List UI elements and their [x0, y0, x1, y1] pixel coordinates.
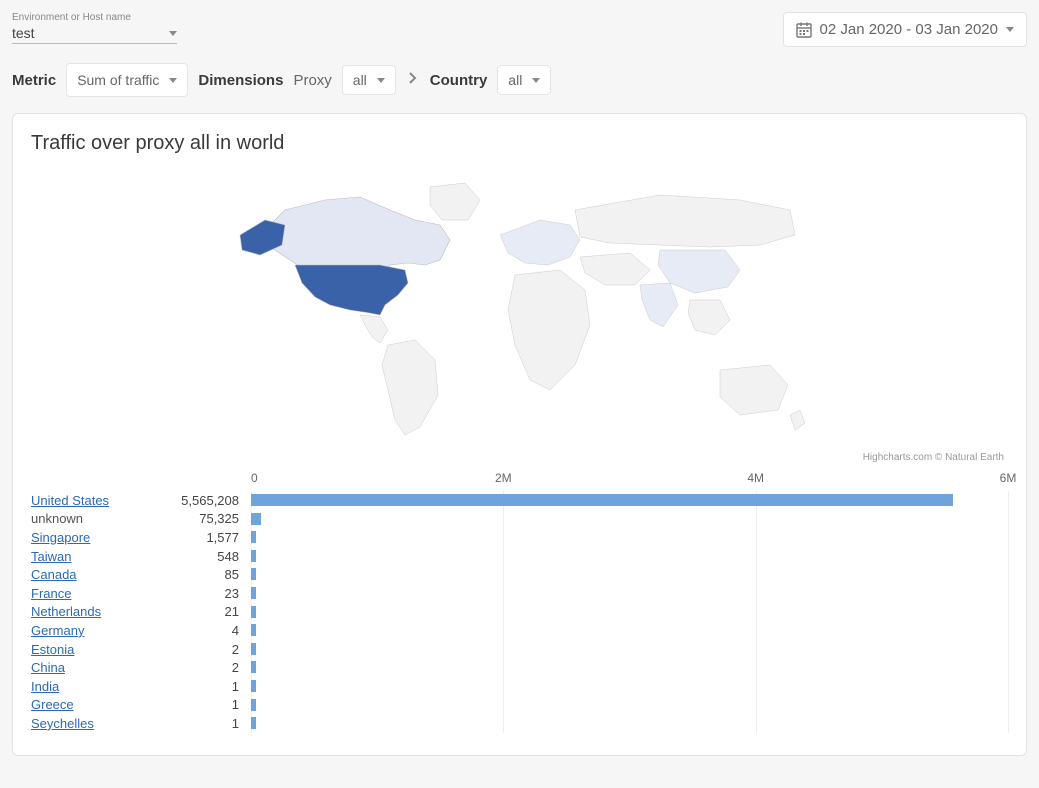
bar-cell — [251, 621, 1008, 640]
country-link[interactable]: Netherlands — [31, 604, 161, 619]
bar-cell — [251, 640, 1008, 659]
country-value: 1,577 — [161, 530, 251, 545]
bar[interactable] — [251, 699, 256, 711]
bar[interactable] — [251, 606, 256, 618]
country-value: 75,325 — [161, 511, 251, 526]
country-link[interactable]: Greece — [31, 697, 161, 712]
country-value: 1 — [161, 716, 251, 731]
metric-value: Sum of traffic — [77, 72, 159, 88]
country-select[interactable]: all — [497, 65, 551, 95]
table-row: Netherlands21 — [31, 603, 1008, 622]
country-link[interactable]: France — [31, 586, 161, 601]
country-link[interactable]: China — [31, 660, 161, 675]
bar[interactable] — [251, 661, 256, 673]
world-map-chart[interactable]: Highcharts.com © Natural Earth — [31, 165, 1008, 465]
country-link[interactable]: United States — [31, 493, 161, 508]
dimensions-label: Dimensions — [198, 72, 283, 89]
chevron-down-icon — [1006, 27, 1014, 32]
country-link: unknown — [31, 511, 161, 526]
bar[interactable] — [251, 494, 953, 506]
proxy-select[interactable]: all — [342, 65, 396, 95]
bar[interactable] — [251, 513, 261, 525]
world-map-svg — [230, 165, 810, 445]
bar-cell — [251, 603, 1008, 622]
bar-cell — [251, 547, 1008, 566]
bar[interactable] — [251, 624, 256, 636]
country-label: Country — [430, 72, 488, 89]
country-value: all — [508, 72, 522, 88]
bar-cell — [251, 714, 1008, 733]
bar-cell — [251, 658, 1008, 677]
table-row: China2 — [31, 658, 1008, 677]
country-link[interactable]: Germany — [31, 623, 161, 638]
chevron-down-icon — [532, 78, 540, 83]
axis-tick: 2M — [495, 471, 512, 485]
environment-value: test — [12, 25, 35, 41]
country-link[interactable]: Seychelles — [31, 716, 161, 731]
bar[interactable] — [251, 587, 256, 599]
table-row: Taiwan548 — [31, 547, 1008, 566]
table-row: India1 — [31, 677, 1008, 696]
proxy-label: Proxy — [293, 72, 331, 89]
country-value: 2 — [161, 642, 251, 657]
date-range-picker[interactable]: 02 Jan 2020 - 03 Jan 2020 — [783, 12, 1027, 47]
metric-select[interactable]: Sum of traffic — [66, 63, 188, 97]
map-credit: Highcharts.com © Natural Earth — [863, 452, 1004, 463]
country-value: 21 — [161, 604, 251, 619]
traffic-card: Traffic over proxy all in world — [12, 113, 1027, 756]
bar-cell — [251, 528, 1008, 547]
bar-cell — [251, 510, 1008, 529]
country-link[interactable]: Estonia — [31, 642, 161, 657]
bar-cell — [251, 677, 1008, 696]
bar[interactable] — [251, 568, 256, 580]
country-link[interactable]: Canada — [31, 567, 161, 582]
filter-bar: Metric Sum of traffic Dimensions Proxy a… — [12, 63, 1027, 97]
card-title: Traffic over proxy all in world — [31, 132, 1008, 155]
country-value: 2 — [161, 660, 251, 675]
chevron-down-icon — [169, 31, 177, 36]
chevron-down-icon — [377, 78, 385, 83]
bar[interactable] — [251, 680, 256, 692]
country-value: 4 — [161, 623, 251, 638]
table-row: United States5,565,208 — [31, 491, 1008, 510]
bar-cell — [251, 696, 1008, 715]
country-value: 85 — [161, 567, 251, 582]
bar-cell — [251, 584, 1008, 603]
table-row: Seychelles1 — [31, 714, 1008, 733]
country-value: 1 — [161, 697, 251, 712]
country-value: 23 — [161, 586, 251, 601]
axis-tick: 0 — [251, 471, 258, 485]
bar-cell — [251, 565, 1008, 584]
table-row: Estonia2 — [31, 640, 1008, 659]
bar[interactable] — [251, 717, 256, 729]
country-link[interactable]: Singapore — [31, 530, 161, 545]
bar-chart-axis: 02M4M6M — [31, 467, 1008, 491]
bar[interactable] — [251, 531, 256, 543]
environment-selector[interactable]: Environment or Host name test — [12, 12, 177, 44]
country-link[interactable]: Taiwan — [31, 549, 161, 564]
metric-label: Metric — [12, 72, 56, 89]
calendar-icon — [796, 22, 812, 38]
axis-tick: 4M — [747, 471, 764, 485]
country-value: 548 — [161, 549, 251, 564]
country-link[interactable]: India — [31, 679, 161, 694]
date-range-text: 02 Jan 2020 - 03 Jan 2020 — [820, 21, 998, 38]
table-row: Greece1 — [31, 696, 1008, 715]
bar[interactable] — [251, 643, 256, 655]
chevron-right-icon — [408, 71, 418, 89]
environment-label: Environment or Host name — [12, 12, 177, 23]
table-row: France23 — [31, 584, 1008, 603]
chevron-down-icon — [169, 78, 177, 83]
table-row: Canada85 — [31, 565, 1008, 584]
proxy-value: all — [353, 72, 367, 88]
table-row: unknown75,325 — [31, 510, 1008, 529]
country-bar-chart: 02M4M6M United States5,565,208unknown75,… — [31, 467, 1008, 733]
country-value: 5,565,208 — [161, 493, 251, 508]
country-value: 1 — [161, 679, 251, 694]
table-row: Singapore1,577 — [31, 528, 1008, 547]
bar[interactable] — [251, 550, 256, 562]
bar-cell — [251, 491, 1008, 510]
axis-tick: 6M — [1000, 471, 1017, 485]
table-row: Germany4 — [31, 621, 1008, 640]
